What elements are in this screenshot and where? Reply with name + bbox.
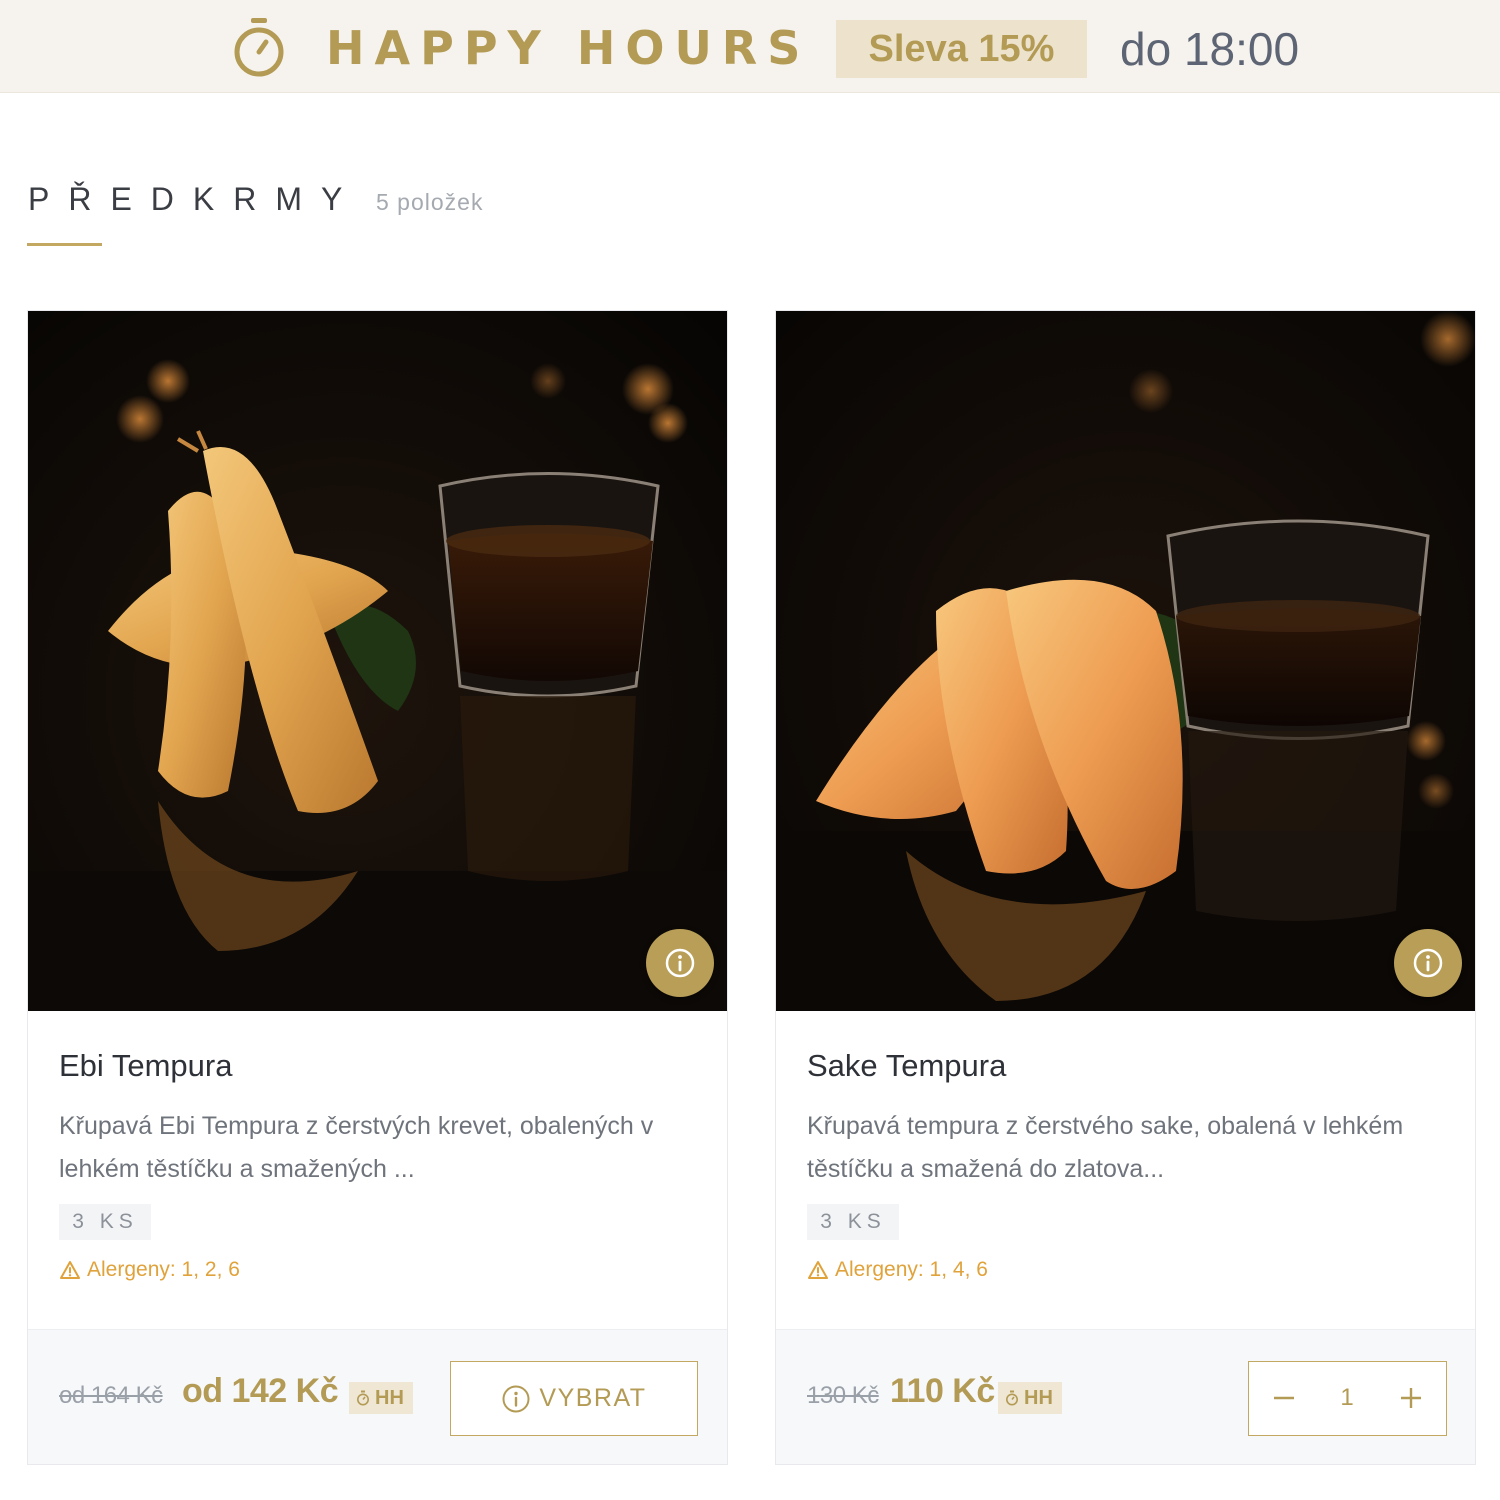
- info-icon: [502, 1385, 530, 1412]
- product-description: Křupavá Ebi Tempura z čerstvých krevet, …: [59, 1112, 654, 1183]
- product-photo[interactable]: [776, 311, 1475, 1011]
- allergen-info: Alergeny: 1, 4, 6: [807, 1255, 988, 1285]
- product-footer: 130 Kč 110 Kč HH 1: [776, 1329, 1475, 1464]
- product-name: Sake Tempura: [807, 1048, 1007, 1083]
- happy-hours-end-time: do 18:00: [1120, 23, 1300, 75]
- hh-badge-label: HH: [1024, 1387, 1053, 1409]
- info-icon: [665, 948, 695, 978]
- happy-hours-title: HAPPY HOURS: [326, 21, 811, 75]
- minus-icon: [1274, 1396, 1294, 1400]
- stopwatch-icon: [1006, 1390, 1018, 1406]
- discounted-price: od 142 Kč: [182, 1372, 339, 1410]
- select-button[interactable]: VYBRAT: [450, 1361, 698, 1436]
- info-button[interactable]: [646, 929, 714, 997]
- product-footer: od 164 Kč od 142 Kč HH VYBRAT: [28, 1329, 727, 1464]
- product-photo[interactable]: [28, 311, 727, 1011]
- sake-tempura-photo: [776, 311, 1475, 1011]
- discount-badge: Sleva 15%: [836, 20, 1087, 78]
- warning-icon: [808, 1261, 828, 1279]
- stopwatch-icon: [357, 1390, 369, 1406]
- quantity-value: 1: [1340, 1384, 1354, 1411]
- section-item-count: 5 položek: [376, 189, 484, 215]
- product-card-ebi-tempura[interactable]: Ebi Tempura Křupavá Ebi Tempura z čerstv…: [27, 310, 728, 1465]
- increase-quantity-button[interactable]: [1376, 1362, 1446, 1434]
- product-name: Ebi Tempura: [59, 1048, 233, 1083]
- info-button[interactable]: [1394, 929, 1462, 997]
- warning-icon: [60, 1261, 80, 1279]
- product-quantity-badge: 3 KS: [59, 1204, 151, 1240]
- info-icon: [1413, 948, 1443, 978]
- original-price: 130 Kč: [807, 1382, 879, 1409]
- happy-hours-price-badge: HH: [998, 1382, 1062, 1414]
- allergen-info: Alergeny: 1, 2, 6: [59, 1255, 240, 1285]
- allergen-text: Alergeny: 1, 4, 6: [835, 1258, 988, 1281]
- product-description: Křupavá tempura z čerstvého sake, obalen…: [807, 1112, 1404, 1183]
- happy-hours-banner: HAPPY HOURS Sleva 15% do 18:00: [0, 0, 1500, 93]
- original-price: od 164 Kč: [59, 1382, 163, 1409]
- select-button-label: VYBRAT: [539, 1384, 647, 1412]
- section-title: PŘEDKRMY: [28, 181, 362, 217]
- hh-badge-label: HH: [375, 1387, 404, 1409]
- quantity-stepper[interactable]: 1: [1248, 1361, 1447, 1436]
- happy-hours-price-badge: HH: [349, 1382, 413, 1414]
- decrease-quantity-button[interactable]: [1249, 1362, 1319, 1434]
- product-quantity-badge: 3 KS: [807, 1204, 899, 1240]
- stopwatch-icon: [234, 18, 284, 77]
- discounted-price: 110 Kč: [890, 1372, 995, 1410]
- allergen-text: Alergeny: 1, 2, 6: [87, 1258, 240, 1281]
- section-underline: [27, 243, 102, 246]
- ebi-tempura-photo: [28, 311, 727, 1011]
- plus-icon: [1401, 1388, 1421, 1408]
- product-card-sake-tempura[interactable]: Sake Tempura Křupavá tempura z čerstvého…: [775, 310, 1476, 1465]
